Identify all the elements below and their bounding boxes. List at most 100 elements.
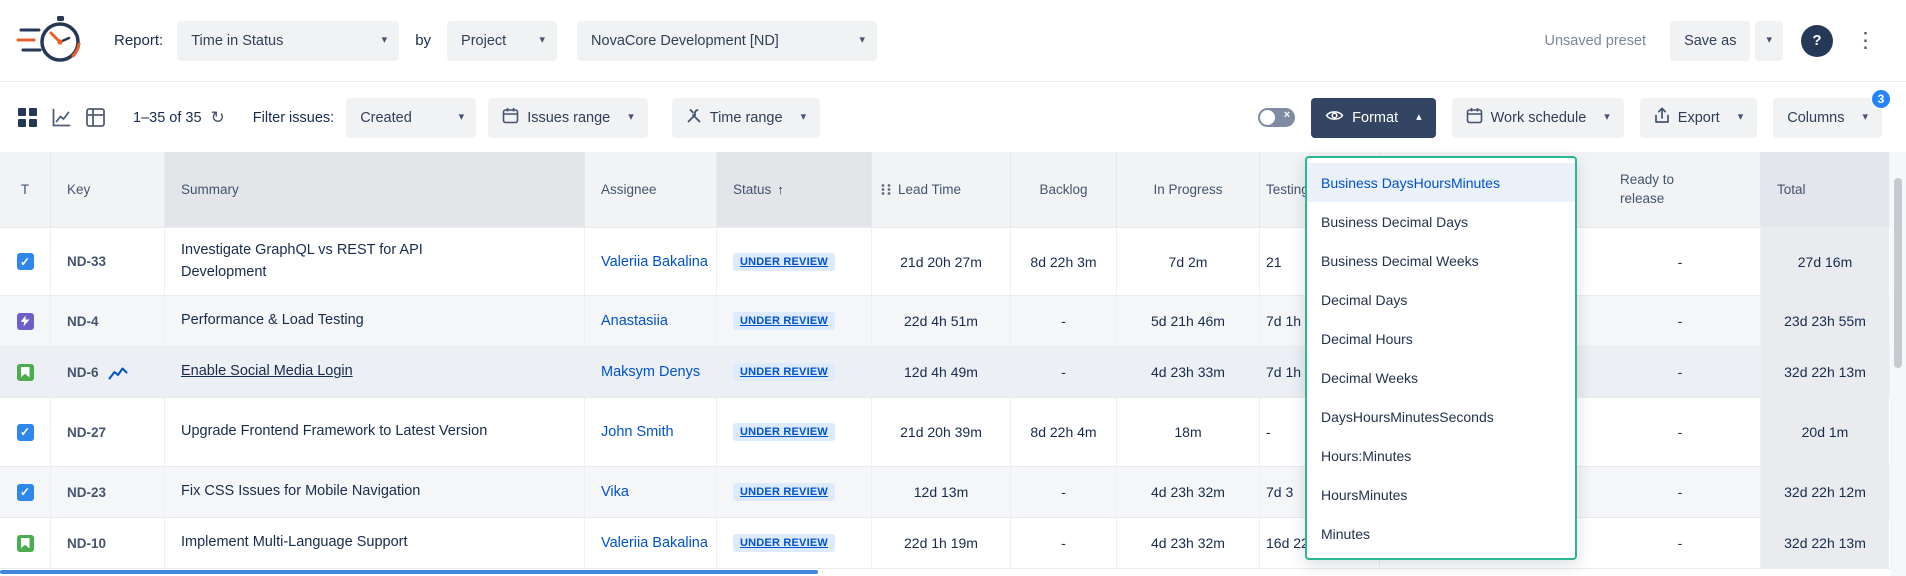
header-key[interactable]: Key xyxy=(51,152,165,227)
assignee-link[interactable]: Vika xyxy=(601,484,629,500)
cell-summary: Investigate GraphQL vs REST for API Deve… xyxy=(165,228,585,295)
ready-to-release-value: - xyxy=(1678,484,1683,500)
chevron-down-icon: ▾ xyxy=(459,112,465,123)
format-option[interactable]: DaysHoursMinutesSeconds xyxy=(1307,397,1575,436)
issue-chart-icon[interactable] xyxy=(108,365,128,380)
total-value: 20d 1m xyxy=(1802,424,1849,440)
table-row[interactable]: ND-4 Performance & Load Testing Anastasi… xyxy=(0,296,1890,347)
header-backlog[interactable]: Backlog xyxy=(1011,152,1117,227)
header-in-progress[interactable]: In Progress xyxy=(1117,152,1260,227)
issue-key[interactable]: ND-27 xyxy=(67,425,106,440)
time-range-button[interactable]: Time range ▾ xyxy=(672,98,820,138)
ready-to-release-value: - xyxy=(1678,535,1683,551)
header-status[interactable]: Status ↑ xyxy=(717,152,872,227)
assignee-link[interactable]: Valeriia Bakalina xyxy=(601,535,708,551)
table-row[interactable]: ND-6 Enable Social Media Login Maksym De… xyxy=(0,347,1890,398)
status-badge[interactable]: UNDER REVIEW xyxy=(733,423,835,441)
issue-summary: Performance & Load Testing xyxy=(181,310,364,331)
issue-key[interactable]: ND-6 xyxy=(67,365,99,380)
project-select[interactable]: NovaCore Development [ND] ▾ xyxy=(577,21,877,61)
assignee-link[interactable]: John Smith xyxy=(601,424,674,440)
vertical-scrollbar[interactable] xyxy=(1890,152,1906,576)
save-as-button[interactable]: Save as xyxy=(1670,21,1750,61)
export-label: Export xyxy=(1678,110,1720,126)
filter-field-select[interactable]: Created ▾ xyxy=(346,98,476,138)
format-option[interactable]: Business Decimal Weeks xyxy=(1307,241,1575,280)
format-option[interactable]: Decimal Hours xyxy=(1307,319,1575,358)
format-option[interactable]: Decimal Days xyxy=(1307,280,1575,319)
issue-key[interactable]: ND-23 xyxy=(67,485,106,500)
cell-status: UNDER REVIEW xyxy=(717,518,872,568)
chevron-down-icon: ▾ xyxy=(1604,112,1610,123)
more-menu-button[interactable]: ⋮ xyxy=(1849,24,1882,57)
columns-button[interactable]: Columns ▾ 3 xyxy=(1773,98,1882,138)
status-badge[interactable]: UNDER REVIEW xyxy=(733,312,835,330)
cell-status: UNDER REVIEW xyxy=(717,296,872,346)
group-by-select[interactable]: Project ▾ xyxy=(447,21,557,61)
cell-key: ND-4 xyxy=(51,296,165,346)
cell-backlog: 8d 22h 4m xyxy=(1011,398,1117,466)
drag-handle-icon[interactable] xyxy=(880,183,892,196)
cell-in-progress: 4d 23h 32m xyxy=(1117,467,1260,517)
status-badge[interactable]: UNDER REVIEW xyxy=(733,483,835,501)
cell-ready-to-release: - xyxy=(1600,518,1761,568)
issues-range-button[interactable]: Issues range ▾ xyxy=(488,98,648,138)
empty-columns-toggle[interactable]: × xyxy=(1258,108,1295,127)
header-status-label: Status xyxy=(733,182,771,197)
total-value: 27d 16m xyxy=(1798,254,1852,270)
format-option[interactable]: Business DaysHoursMinutes xyxy=(1307,163,1575,202)
status-badge[interactable]: UNDER REVIEW xyxy=(733,534,835,552)
assignee-link[interactable]: Maksym Denys xyxy=(601,364,700,380)
report-type-select[interactable]: Time in Status ▾ xyxy=(177,21,399,61)
vertical-scrollbar-thumb[interactable] xyxy=(1894,178,1902,368)
issue-summary-link[interactable]: Enable Social Media Login xyxy=(181,361,353,382)
assignee-link[interactable]: Anastasiia xyxy=(601,313,668,329)
format-option[interactable]: Decimal Weeks xyxy=(1307,358,1575,397)
refresh-icon[interactable]: ↻ xyxy=(211,108,225,128)
grid-view-icon[interactable] xyxy=(18,108,37,127)
export-button[interactable]: Export ▾ xyxy=(1640,98,1757,138)
format-option[interactable]: Business Decimal Days xyxy=(1307,202,1575,241)
status-badge[interactable]: UNDER REVIEW xyxy=(733,363,835,381)
lead-time-value: 21d 20h 27m xyxy=(900,254,982,270)
issue-key[interactable]: ND-4 xyxy=(67,314,99,329)
status-badge[interactable]: UNDER REVIEW xyxy=(733,253,835,271)
calendar-icon xyxy=(1466,107,1483,128)
format-option[interactable]: Minutes xyxy=(1307,514,1575,553)
header-total[interactable]: Total xyxy=(1761,152,1889,227)
header-type[interactable]: T xyxy=(0,152,51,227)
top-bar: Report: Time in Status ▾ by Project ▾ No… xyxy=(0,0,1906,82)
header-assignee-label: Assignee xyxy=(601,182,657,197)
table-row[interactable]: ND-33 Investigate GraphQL vs REST for AP… xyxy=(0,228,1890,296)
help-button[interactable]: ? xyxy=(1801,25,1833,57)
cell-total: 20d 1m xyxy=(1761,398,1889,466)
table-row[interactable]: ND-23 Fix CSS Issues for Mobile Navigati… xyxy=(0,467,1890,518)
header-total-label: Total xyxy=(1777,182,1806,197)
group-by-value: Project xyxy=(461,33,506,49)
work-schedule-button[interactable]: Work schedule ▾ xyxy=(1452,98,1624,138)
horizontal-scrollbar-thumb[interactable] xyxy=(0,570,818,574)
chart-view-icon[interactable] xyxy=(52,108,71,127)
save-as-menu-button[interactable]: ▾ xyxy=(1755,21,1783,61)
header-assignee[interactable]: Assignee xyxy=(585,152,717,227)
format-option[interactable]: HoursMinutes xyxy=(1307,475,1575,514)
cell-total: 32d 22h 12m xyxy=(1761,467,1889,517)
header-ready-to-release[interactable]: Ready to release xyxy=(1600,152,1761,227)
cell-key: ND-23 xyxy=(51,467,165,517)
format-option[interactable]: Hours:Minutes xyxy=(1307,436,1575,475)
header-lead-time[interactable]: Lead Time xyxy=(872,152,1011,227)
header-summary[interactable]: Summary xyxy=(165,152,585,227)
issue-key[interactable]: ND-10 xyxy=(67,536,106,551)
assignee-link[interactable]: Valeriia Bakalina xyxy=(601,254,708,270)
table-row[interactable]: ND-27 Upgrade Frontend Framework to Late… xyxy=(0,398,1890,467)
issue-key[interactable]: ND-33 xyxy=(67,254,106,269)
lead-time-value: 12d 4h 49m xyxy=(904,364,978,380)
format-button[interactable]: Format ▴ xyxy=(1311,98,1435,138)
cell-ready-to-release: - xyxy=(1600,228,1761,295)
cell-lead-time: 12d 4h 49m xyxy=(872,347,1011,397)
cell-backlog: - xyxy=(1011,518,1117,568)
pivot-view-icon[interactable] xyxy=(86,108,105,127)
toggle-knob xyxy=(1260,110,1275,125)
table-row[interactable]: ND-10 Implement Multi-Language Support V… xyxy=(0,518,1890,569)
chevron-down-icon: ▾ xyxy=(1738,112,1744,123)
